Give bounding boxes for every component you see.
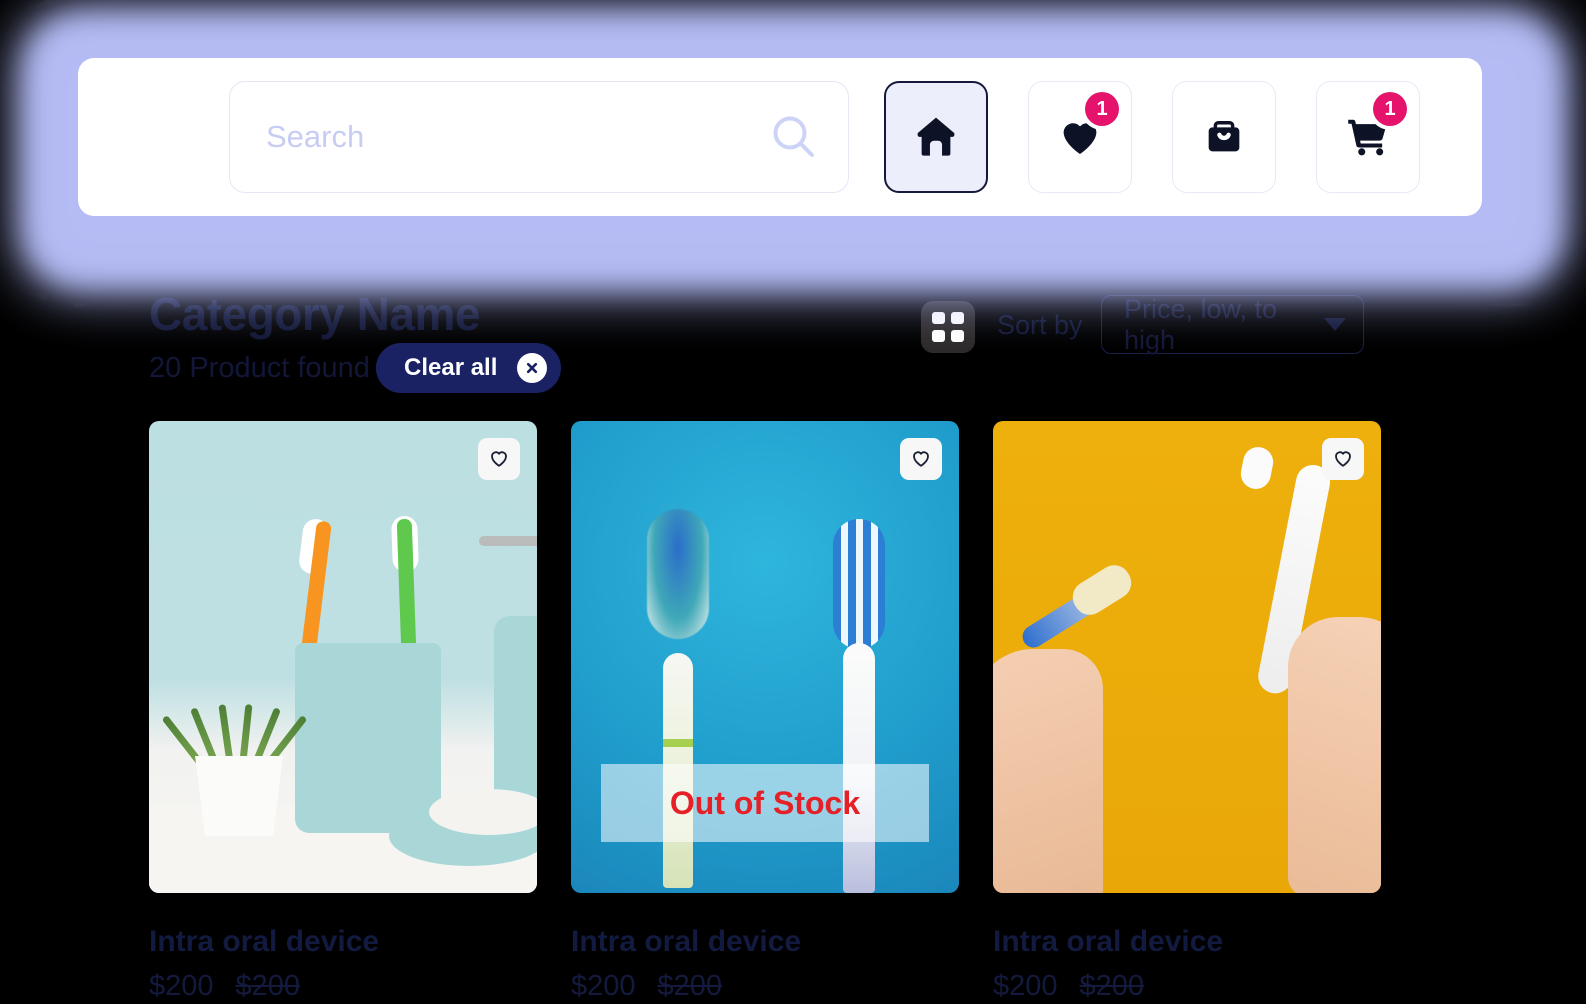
product-original-price: $200 (1079, 970, 1145, 1002)
nav-home-button[interactable] (884, 81, 988, 193)
chevron-down-icon (1324, 318, 1346, 331)
sort-by-dropdown[interactable]: Price, low, to high (1101, 293, 1364, 355)
nav-wishlist-button[interactable]: 1 (1028, 81, 1132, 193)
cart-badge: 1 (1373, 92, 1407, 126)
favorite-button[interactable] (478, 438, 520, 480)
product-price: $200 (993, 970, 1058, 1002)
home-icon (911, 111, 961, 164)
clear-all-button[interactable]: Clear all (376, 343, 562, 393)
out-of-stock-label: Out of Stock (669, 784, 861, 821)
product-title: Intra oral device (993, 925, 1224, 958)
product-title: Intra oral device (149, 925, 380, 958)
nav-orders-button[interactable] (1172, 81, 1276, 193)
product-prices: $200 $200 (993, 970, 1381, 1003)
search-box[interactable] (229, 81, 849, 193)
page-root: Category Name 20 Product found Clear all… (0, 0, 1586, 1004)
heart-outline-icon (488, 447, 510, 472)
shopping-bag-icon (1201, 113, 1247, 162)
grid-cell (932, 330, 945, 342)
page-title: Category Name (149, 288, 480, 340)
product-count: 20 Product found (149, 352, 370, 384)
heart-outline-icon (1332, 447, 1354, 472)
product-title: Intra oral device (571, 925, 802, 958)
product-image-bathroom-toothbrushes (149, 421, 537, 893)
grid-cell (951, 330, 964, 342)
product-card[interactable]: Intra oral device $200 $200 (993, 421, 1381, 1003)
product-card[interactable]: Intra oral device $200 $200 (149, 421, 537, 1003)
sort-by-value: Price, low, to high (1124, 293, 1278, 355)
product-card[interactable]: Out of Stock Intra oral device $200 $200 (571, 421, 959, 1003)
nav-cart-button[interactable]: 1 (1316, 81, 1420, 193)
out-of-stock-overlay: Out of Stock (601, 764, 929, 842)
product-original-price: $200 (235, 970, 301, 1002)
wishlist-badge: 1 (1085, 92, 1119, 126)
product-prices: $200 $200 (571, 970, 959, 1003)
product-grid: Intra oral device $200 $200 Out of Stock (149, 421, 1439, 1003)
grid-cell (951, 312, 964, 324)
grid-cell (932, 312, 945, 324)
sort-by-label: Sort by (997, 310, 1083, 340)
heart-outline-icon (910, 447, 932, 472)
product-image-two-toothbrushes: Out of Stock (571, 421, 959, 893)
product-original-price: $200 (657, 970, 723, 1002)
product-image-hands-toothbrushes (993, 421, 1381, 893)
top-header-bar: 1 1 (78, 58, 1482, 216)
clear-all-label: Clear all (404, 354, 498, 381)
product-price: $200 (149, 970, 214, 1002)
header-nav-icons: 1 1 (884, 81, 1420, 193)
favorite-button[interactable] (900, 438, 942, 480)
product-prices: $200 $200 (149, 970, 537, 1003)
search-icon[interactable] (766, 109, 822, 165)
search-input[interactable] (266, 119, 766, 155)
close-circle-icon (517, 353, 548, 383)
grid-view-icon[interactable] (921, 301, 975, 353)
product-price: $200 (571, 970, 636, 1002)
favorite-button[interactable] (1322, 438, 1364, 480)
